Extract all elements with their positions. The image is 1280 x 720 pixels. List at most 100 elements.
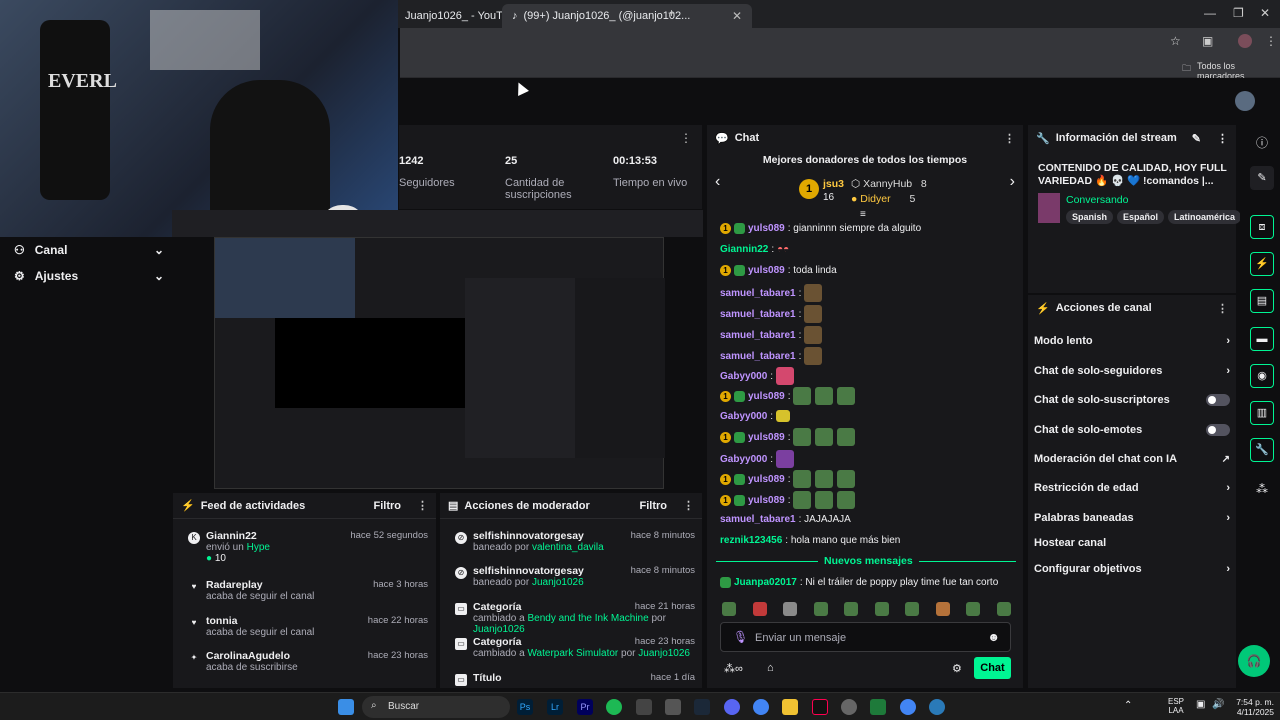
app-icon[interactable]	[929, 699, 945, 715]
video-preview[interactable]	[172, 237, 703, 492]
emote-icon[interactable]	[844, 602, 859, 616]
wrench-icon[interactable]: 🔧	[1250, 438, 1274, 462]
minimize-icon[interactable]: —	[1204, 6, 1216, 20]
chat-bubble-icon[interactable]: ▬	[1250, 327, 1274, 351]
emotes-only-toggle[interactable]	[1206, 424, 1230, 436]
menu-icon[interactable]: ⋮	[1265, 34, 1277, 48]
spotify-icon[interactable]	[606, 699, 622, 715]
more-icon[interactable]: ⋮	[683, 499, 694, 512]
category-link[interactable]: Conversando	[1066, 194, 1128, 206]
tag[interactable]: Español	[1117, 210, 1165, 224]
search-box[interactable]: ⌕ Buscar	[362, 696, 510, 718]
more-icon[interactable]: ⋮	[1217, 132, 1228, 145]
star-icon[interactable]: ☆	[1170, 34, 1181, 48]
broadcast-icon[interactable]: ◉	[1250, 364, 1274, 388]
wrench-icon: 🔧	[1036, 132, 1050, 145]
support-icon[interactable]: 🎧	[1238, 645, 1270, 677]
emote-icon[interactable]	[996, 602, 1011, 616]
nav-item-canal[interactable]: ⚇ Canal ⌄	[14, 243, 164, 257]
steam-icon[interactable]	[694, 699, 710, 715]
volume-icon[interactable]: 🔊	[1212, 699, 1224, 710]
chat-message: samuel_tabare1: JAJAJAJA	[720, 514, 851, 525]
emote-icon[interactable]	[752, 602, 767, 616]
stat-subs: 25 Cantidad de suscripciones	[505, 155, 572, 201]
app-icon[interactable]	[841, 699, 857, 715]
language-indicator[interactable]: ESP LAA	[1168, 697, 1184, 715]
maximize-icon[interactable]: ❐	[1233, 6, 1244, 20]
lightroom-icon[interactable]: Lr	[547, 699, 563, 715]
windows-start-icon[interactable]	[338, 699, 354, 715]
action-followers-only[interactable]: Chat de solo-seguidores ›	[1034, 365, 1230, 377]
action-slow-mode[interactable]: Modo lento ›	[1034, 335, 1230, 347]
dots-icon[interactable]: ⁂	[1256, 482, 1268, 496]
more-icon[interactable]: ⋮	[1217, 302, 1228, 315]
tag[interactable]: Latinoamérica	[1168, 210, 1242, 224]
action-host-channel[interactable]: Hostear canal	[1034, 537, 1230, 549]
tab-tiktok[interactable]: ♪ (99+) Juanjo1026_ (@juanjo102... ✕	[502, 4, 752, 28]
bolt-icon[interactable]: ⚡	[1250, 252, 1274, 276]
chat-input[interactable]: 🎙 Enviar un mensaje ☻	[720, 622, 1011, 652]
filter-button[interactable]: Filtro	[640, 500, 668, 512]
tiktok-icon[interactable]	[812, 699, 828, 715]
stream-title: CONTENIDO DE CALIDAD, HOY FULL VARIEDAD …	[1038, 162, 1227, 187]
mod-item: ▭ Categoría hace 21 horas cambiado a Bendy …	[455, 601, 695, 635]
points-icon[interactable]: ⁂∞	[724, 662, 743, 675]
store-icon[interactable]: ⌂	[767, 662, 774, 674]
pin-icon[interactable]: ≡	[860, 209, 866, 220]
network-icon[interactable]: ▣	[1196, 699, 1205, 710]
chevron-left-icon[interactable]: ‹	[715, 173, 720, 191]
document-icon[interactable]: ▤	[1250, 289, 1274, 313]
donor-2: ⬡ XannyHub 8	[851, 178, 927, 190]
emote-icon[interactable]	[905, 602, 920, 616]
layout-icon[interactable]: ▥	[1250, 401, 1274, 425]
app-icon[interactable]	[636, 699, 652, 715]
action-ai-moderation[interactable]: Moderación del chat con IA ↗	[1034, 453, 1230, 465]
new-tab-icon[interactable]: +	[668, 6, 675, 20]
chevron-right-icon[interactable]: ›	[1010, 173, 1015, 191]
chat-message: Juanpa02017: Ni el tráiler de poppy play…	[720, 577, 998, 588]
close-window-icon[interactable]: ✕	[1260, 6, 1270, 20]
channel-icon: ⚇	[14, 243, 25, 257]
settings-icon[interactable]: ⚙	[952, 662, 962, 675]
emote-icon[interactable]	[935, 602, 950, 616]
emote-icon[interactable]	[722, 602, 736, 616]
more-icon[interactable]: ⋮	[1004, 132, 1015, 145]
emote-icon[interactable]	[874, 602, 889, 616]
user-avatar[interactable]	[1235, 91, 1255, 111]
action-emotes-only[interactable]: Chat de solo-emotes	[1034, 424, 1230, 436]
action-age-restriction[interactable]: Restricción de edad ›	[1034, 482, 1230, 494]
emoji-icon[interactable]: ☻	[987, 630, 1000, 644]
more-icon[interactable]: ⋮	[680, 131, 692, 145]
subs-only-toggle[interactable]	[1206, 394, 1230, 406]
extensions-icon[interactable]: ▣	[1202, 34, 1213, 48]
chrome-icon[interactable]	[900, 699, 916, 715]
chrome-icon[interactable]	[753, 699, 769, 715]
screenshot-icon[interactable]: ⧈	[1250, 215, 1274, 239]
filter-button[interactable]: Filtro	[374, 500, 402, 512]
tag[interactable]: Spanish	[1066, 210, 1114, 224]
emote-icon[interactable]	[783, 602, 798, 616]
clock[interactable]: 7:54 p. m. 4/11/2025	[1234, 697, 1274, 717]
emote-icon[interactable]	[966, 602, 981, 616]
edit-icon[interactable]: ✎	[1250, 166, 1274, 190]
premiere-icon[interactable]: Pr	[577, 699, 593, 715]
chevron-up-icon[interactable]: ⌃	[1124, 700, 1132, 711]
mic-icon[interactable]: 🎙	[733, 630, 748, 644]
info-icon[interactable]: ⓘ	[1256, 134, 1268, 151]
action-banned-words[interactable]: Palabras baneadas ›	[1034, 512, 1230, 524]
new-messages-label[interactable]: Nuevos mensajes	[818, 555, 919, 567]
folder-icon[interactable]	[782, 699, 798, 715]
action-goals[interactable]: Configurar objetivos ›	[1034, 563, 1230, 575]
nav-item-ajustes[interactable]: ⚙ Ajustes ⌄	[14, 269, 164, 283]
send-chat-button[interactable]: Chat	[974, 657, 1011, 679]
profile-avatar[interactable]	[1238, 34, 1252, 48]
edit-icon[interactable]: ✎	[1192, 132, 1201, 145]
emote-icon[interactable]	[813, 602, 828, 616]
action-subs-only[interactable]: Chat de solo-suscriptores	[1034, 394, 1230, 406]
more-icon[interactable]: ⋮	[417, 499, 428, 512]
photoshop-icon[interactable]: Ps	[517, 699, 533, 715]
app-icon[interactable]	[665, 699, 681, 715]
discord-icon[interactable]	[724, 699, 740, 715]
close-icon[interactable]: ✕	[732, 9, 742, 23]
excel-icon[interactable]	[870, 699, 886, 715]
